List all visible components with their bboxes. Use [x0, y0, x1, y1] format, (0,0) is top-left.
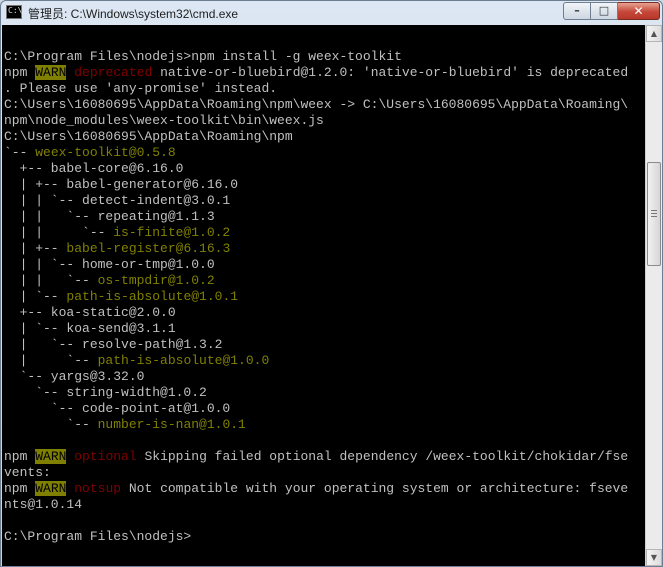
console-text: native-or-bluebird@1.2.0: 'native-or-blu…	[152, 65, 629, 80]
close-button[interactable]: ✕	[618, 2, 660, 20]
console-line: npm\node_modules\weex-toolkit\bin\weex.j…	[4, 113, 324, 129]
console-text: number-is-nan@1.0.1	[97, 417, 246, 432]
console-text: +-- koa-static@2.0.0	[4, 305, 176, 320]
cmd-window: 管理员: C:\Windows\system32\cmd.exe – □ ✕ C…	[0, 0, 663, 567]
console-line: vents:	[4, 465, 51, 481]
console-line: C:\Users\16080695\AppData\Roaming\npm\we…	[4, 97, 628, 113]
scroll-down-arrow-icon[interactable]: ▼	[646, 549, 662, 566]
console-text: | +--	[4, 241, 67, 256]
console-text: C:\Users\16080695\AppData\Roaming\npm	[4, 129, 293, 144]
console-line: C:\Program Files\nodejs>	[4, 529, 191, 545]
grip-line	[651, 210, 657, 211]
console-text: nts@1.0.14	[4, 497, 83, 512]
console-line: | `-- koa-send@3.1.1	[4, 321, 176, 337]
console-line: | | `-- repeating@1.1.3	[4, 209, 215, 225]
minimize-icon: –	[574, 4, 580, 17]
console-text: +-- babel-core@6.16.0	[4, 161, 184, 176]
console-text: | `-- resolve-path@1.3.2	[4, 337, 223, 352]
console-text: vents:	[4, 465, 51, 480]
console-text: babel-register@6.16.3	[66, 241, 231, 256]
vertical-scrollbar[interactable]: ▲ ▼	[645, 25, 662, 566]
console-text: | `--	[4, 353, 98, 368]
console-text: `-- code-point-at@1.0.0	[4, 401, 231, 416]
console-text: npm\node_modules\weex-toolkit\bin\weex.j…	[4, 113, 324, 128]
console-text: C:\Program Files\nodejs>	[4, 529, 192, 544]
console-text: C:\Users\16080695\AppData\Roaming\npm\we…	[4, 97, 629, 112]
console-text: is-finite@1.0.2	[113, 225, 231, 240]
console-text: path-is-absolute@1.0.0	[97, 353, 270, 368]
console-line: `-- weex-toolkit@0.5.8	[4, 145, 176, 161]
console-text: notsup	[74, 481, 122, 496]
console-text: deprecated	[74, 65, 153, 80]
console-line: npm WARN optional Skipping failed option…	[4, 449, 628, 465]
console-line: nts@1.0.14	[4, 497, 82, 513]
console-line: npm WARN deprecated native-or-bluebird@1…	[4, 65, 628, 81]
warn-label: WARN	[35, 449, 67, 464]
console-line: C:\Program Files\nodejs>npm install -g w…	[4, 49, 402, 65]
console-text: | | `-- home-or-tmp@1.0.0	[4, 257, 215, 272]
maximize-button[interactable]: □	[591, 2, 618, 20]
console-text: . Please use 'any-promise' instead.	[4, 81, 278, 96]
scroll-up-arrow-icon[interactable]: ▲	[646, 25, 662, 42]
minimize-button[interactable]: –	[563, 2, 591, 20]
console-text: npm	[4, 481, 36, 496]
console-line: | | `-- is-finite@1.0.2	[4, 225, 231, 241]
console-line: `-- code-point-at@1.0.0	[4, 401, 230, 417]
console-line: npm WARN notsup Not compatible with your…	[4, 481, 628, 497]
console-text: | | `--	[4, 225, 114, 240]
close-icon: ✕	[633, 4, 644, 18]
console-text: `-- string-width@1.0.2	[4, 385, 207, 400]
console-line: | +-- babel-register@6.16.3	[4, 241, 231, 257]
console-line: . Please use 'any-promise' instead.	[4, 81, 277, 97]
warn-label: WARN	[35, 481, 67, 496]
console-text: path-is-absolute@1.0.1	[66, 289, 239, 304]
console-text: Not compatible with your operating syste…	[121, 481, 629, 496]
console-line: `-- yargs@3.32.0	[4, 369, 145, 385]
console-line: `-- string-width@1.0.2	[4, 385, 207, 401]
window-title: 管理员: C:\Windows\system32\cmd.exe	[28, 7, 239, 21]
console-text: `--	[4, 145, 36, 160]
cmd-app-icon[interactable]	[6, 5, 22, 19]
console-text: optional	[74, 449, 137, 464]
grip-line	[651, 213, 657, 214]
console-text: | | `-- repeating@1.1.3	[4, 209, 215, 224]
console-line: +-- koa-static@2.0.0	[4, 305, 176, 321]
console-line: +-- babel-core@6.16.0	[4, 161, 184, 177]
console-text: Skipping failed optional dependency /wee…	[136, 449, 629, 464]
scrollbar-thumb[interactable]	[647, 162, 661, 266]
console-text: | | `--	[4, 273, 98, 288]
console-text: C:\Program Files\nodejs>npm install -g w…	[4, 49, 402, 64]
grip-line	[651, 216, 657, 217]
console-text: | `--	[4, 289, 67, 304]
console-text: | `-- koa-send@3.1.1	[4, 321, 176, 336]
console-line: | | `-- os-tmpdir@1.0.2	[4, 273, 215, 289]
console-text: npm	[4, 65, 36, 80]
console-line: C:\Users\16080695\AppData\Roaming\npm	[4, 129, 293, 145]
console-output[interactable]: C:\Program Files\nodejs>npm install -g w…	[2, 25, 645, 566]
console-text: npm	[4, 449, 36, 464]
console-text: `--	[4, 417, 98, 432]
console-text: os-tmpdir@1.0.2	[97, 273, 215, 288]
console-text: `-- yargs@3.32.0	[4, 369, 145, 384]
console-line: | +-- babel-generator@6.16.0	[4, 177, 238, 193]
console-line: | `-- path-is-absolute@1.0.0	[4, 353, 270, 369]
warn-label: WARN	[35, 65, 67, 80]
console-line: | | `-- detect-indent@3.0.1	[4, 193, 231, 209]
console-line: `-- number-is-nan@1.0.1	[4, 417, 246, 433]
console-text: weex-toolkit@0.5.8	[35, 145, 176, 160]
console-text: | | `-- detect-indent@3.0.1	[4, 193, 231, 208]
console-line: | | `-- home-or-tmp@1.0.0	[4, 257, 215, 273]
maximize-icon: □	[598, 4, 610, 17]
console-line: | `-- resolve-path@1.3.2	[4, 337, 223, 353]
title-bar[interactable]: 管理员: C:\Windows\system32\cmd.exe – □ ✕	[1, 1, 662, 25]
console-line: | `-- path-is-absolute@1.0.1	[4, 289, 238, 305]
console-text: | +-- babel-generator@6.16.0	[4, 177, 239, 192]
